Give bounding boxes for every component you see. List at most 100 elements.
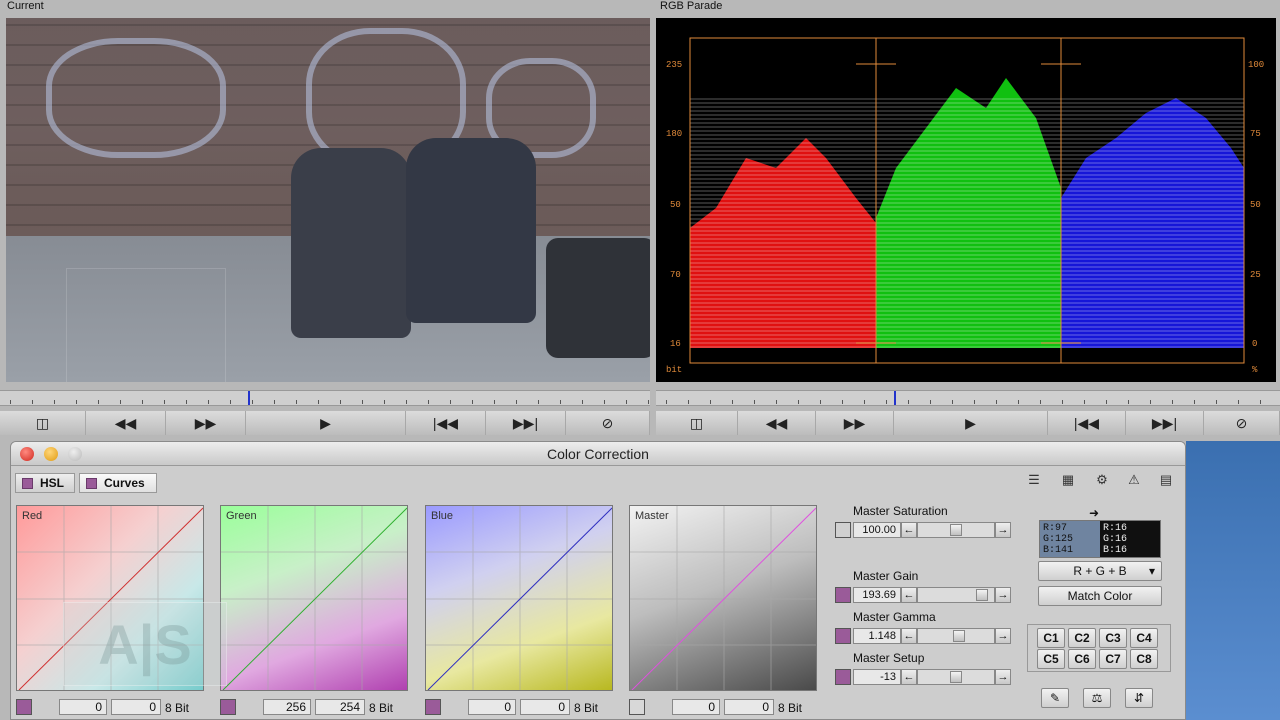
timeline-scrubber-left[interactable] [0, 390, 650, 406]
red-curve-swatch[interactable] [16, 699, 32, 715]
decrement-arrow-icon[interactable]: ← [901, 522, 917, 538]
slider-track[interactable] [917, 628, 995, 644]
slider-thumb[interactable] [950, 671, 962, 683]
match-color-button[interactable]: Match Color [1038, 586, 1162, 606]
tick-mark [952, 400, 953, 404]
slider-thumb[interactable] [953, 630, 965, 642]
auto-adjust-button[interactable]: ⇵ [1125, 688, 1153, 708]
tab-hsl[interactable]: HSL [15, 473, 75, 493]
blue-curve-graph[interactable]: Blue [425, 505, 613, 691]
preset-button-c8[interactable]: C8 [1130, 649, 1158, 669]
arrow-right-icon: ➜ [1089, 506, 1100, 520]
slider-track[interactable] [917, 522, 995, 538]
master-enable-swatch[interactable] [835, 587, 851, 603]
settings-icon[interactable]: ⚙ [1091, 471, 1113, 489]
decrement-arrow-icon[interactable]: ← [901, 628, 917, 644]
split-button[interactable]: ◫ [656, 411, 738, 435]
tab-curves[interactable]: Curves [79, 473, 157, 493]
go-to-end-button[interactable]: ▶▶| [1126, 411, 1204, 435]
red-output-value[interactable]: 0 [111, 699, 161, 715]
master-value-field[interactable]: -13 [853, 669, 901, 685]
master-enable-swatch[interactable] [835, 628, 851, 644]
decrement-arrow-icon[interactable]: ← [901, 587, 917, 603]
tick-mark [274, 400, 275, 404]
master-enable-swatch[interactable] [835, 669, 851, 685]
warning-icon[interactable]: ⚠ [1123, 471, 1145, 489]
fast-forward-icon: ▶▶ [843, 414, 866, 431]
slider-thumb[interactable] [976, 589, 988, 601]
master-curve-graph[interactable]: Master [629, 505, 817, 691]
play-button[interactable]: ▶ [894, 411, 1048, 435]
master-slider[interactable]: 193.69 ← → [853, 587, 1011, 603]
master-input-value[interactable]: 0 [672, 699, 720, 715]
master-value-field[interactable]: 1.148 [853, 628, 901, 644]
preset-button-c1[interactable]: C1 [1037, 628, 1065, 648]
master-curve-swatch[interactable] [629, 699, 645, 715]
zoom-button[interactable] [68, 447, 82, 461]
preset-button-c6[interactable]: C6 [1068, 649, 1096, 669]
minimize-button[interactable] [44, 447, 58, 461]
rewind-button[interactable]: ◀◀ [86, 411, 166, 435]
scale-right-0: 100 [1248, 60, 1264, 70]
go-to-start-button[interactable]: |◀◀ [406, 411, 486, 435]
window-titlebar[interactable]: Color Correction [11, 442, 1185, 466]
tick-mark [1128, 400, 1129, 404]
tick-mark [820, 400, 821, 404]
menu-icon[interactable]: ▤ [1155, 471, 1177, 489]
master-enable-swatch[interactable] [835, 522, 851, 538]
current-frame-viewer[interactable] [6, 18, 650, 382]
preset-button-c4[interactable]: C4 [1130, 628, 1158, 648]
stop-button[interactable]: ⊘ [1204, 411, 1280, 435]
red-input-value[interactable]: 0 [59, 699, 107, 715]
decrement-arrow-icon[interactable]: ← [901, 669, 917, 685]
eyedropper-button[interactable]: ✎ [1041, 688, 1069, 708]
channel-select[interactable]: R + G + B ▾ [1038, 561, 1162, 581]
green-curve-graph[interactable]: Green [220, 505, 408, 691]
timeline-scrubber-right[interactable] [656, 390, 1280, 406]
green-input-value[interactable]: 256 [263, 699, 311, 715]
go-to-start-icon: |◀◀ [432, 414, 459, 431]
color-wheel-icon[interactable]: ▦ [1057, 471, 1079, 489]
green-output-value[interactable]: 254 [315, 699, 365, 715]
master-slider[interactable]: 100.00 ← → [853, 522, 1011, 538]
tick-mark [1018, 400, 1019, 404]
blue-input-value[interactable]: 0 [468, 699, 516, 715]
slider-track[interactable] [917, 669, 995, 685]
fast-forward-button[interactable]: ▶▶ [166, 411, 246, 435]
preset-button-c5[interactable]: C5 [1037, 649, 1065, 669]
balance-button[interactable]: ⚖ [1083, 688, 1111, 708]
slider-track[interactable] [917, 587, 995, 603]
master-value-field[interactable]: 100.00 [853, 522, 901, 538]
preset-button-c7[interactable]: C7 [1099, 649, 1127, 669]
tick-mark [10, 400, 11, 404]
go-to-start-button[interactable]: |◀◀ [1048, 411, 1126, 435]
green-curve-swatch[interactable] [220, 699, 236, 715]
increment-arrow-icon[interactable]: → [995, 522, 1011, 538]
preset-button-c3[interactable]: C3 [1099, 628, 1127, 648]
master-output-value[interactable]: 0 [724, 699, 774, 715]
sliders-icon[interactable]: ☰ [1023, 471, 1045, 489]
go-to-end-button[interactable]: ▶▶| [486, 411, 566, 435]
rewind-button[interactable]: ◀◀ [738, 411, 816, 435]
master-slider[interactable]: -13 ← → [853, 669, 1011, 685]
preset-button-c2[interactable]: C2 [1068, 628, 1096, 648]
increment-arrow-icon[interactable]: → [995, 587, 1011, 603]
stop-button[interactable]: ⊘ [566, 411, 650, 435]
increment-arrow-icon[interactable]: → [995, 628, 1011, 644]
fast-forward-button[interactable]: ▶▶ [816, 411, 894, 435]
playhead[interactable] [248, 391, 250, 405]
split-button[interactable]: ◫ [0, 411, 86, 435]
close-button[interactable] [20, 447, 34, 461]
slider-thumb[interactable] [950, 524, 962, 536]
color-sample-display[interactable]: R:97 G:125 B:141 R:16 G:16 B:16 [1039, 520, 1161, 558]
blue-output-value[interactable]: 0 [520, 699, 570, 715]
increment-arrow-icon[interactable]: → [995, 669, 1011, 685]
playhead[interactable] [894, 391, 896, 405]
desktop-background [1186, 441, 1280, 720]
play-button[interactable]: ▶ [246, 411, 406, 435]
blue-curve-swatch[interactable] [425, 699, 441, 715]
master-slider[interactable]: 1.148 ← → [853, 628, 1011, 644]
master-value-field[interactable]: 193.69 [853, 587, 901, 603]
tick-mark [798, 400, 799, 404]
tick-mark [908, 400, 909, 404]
